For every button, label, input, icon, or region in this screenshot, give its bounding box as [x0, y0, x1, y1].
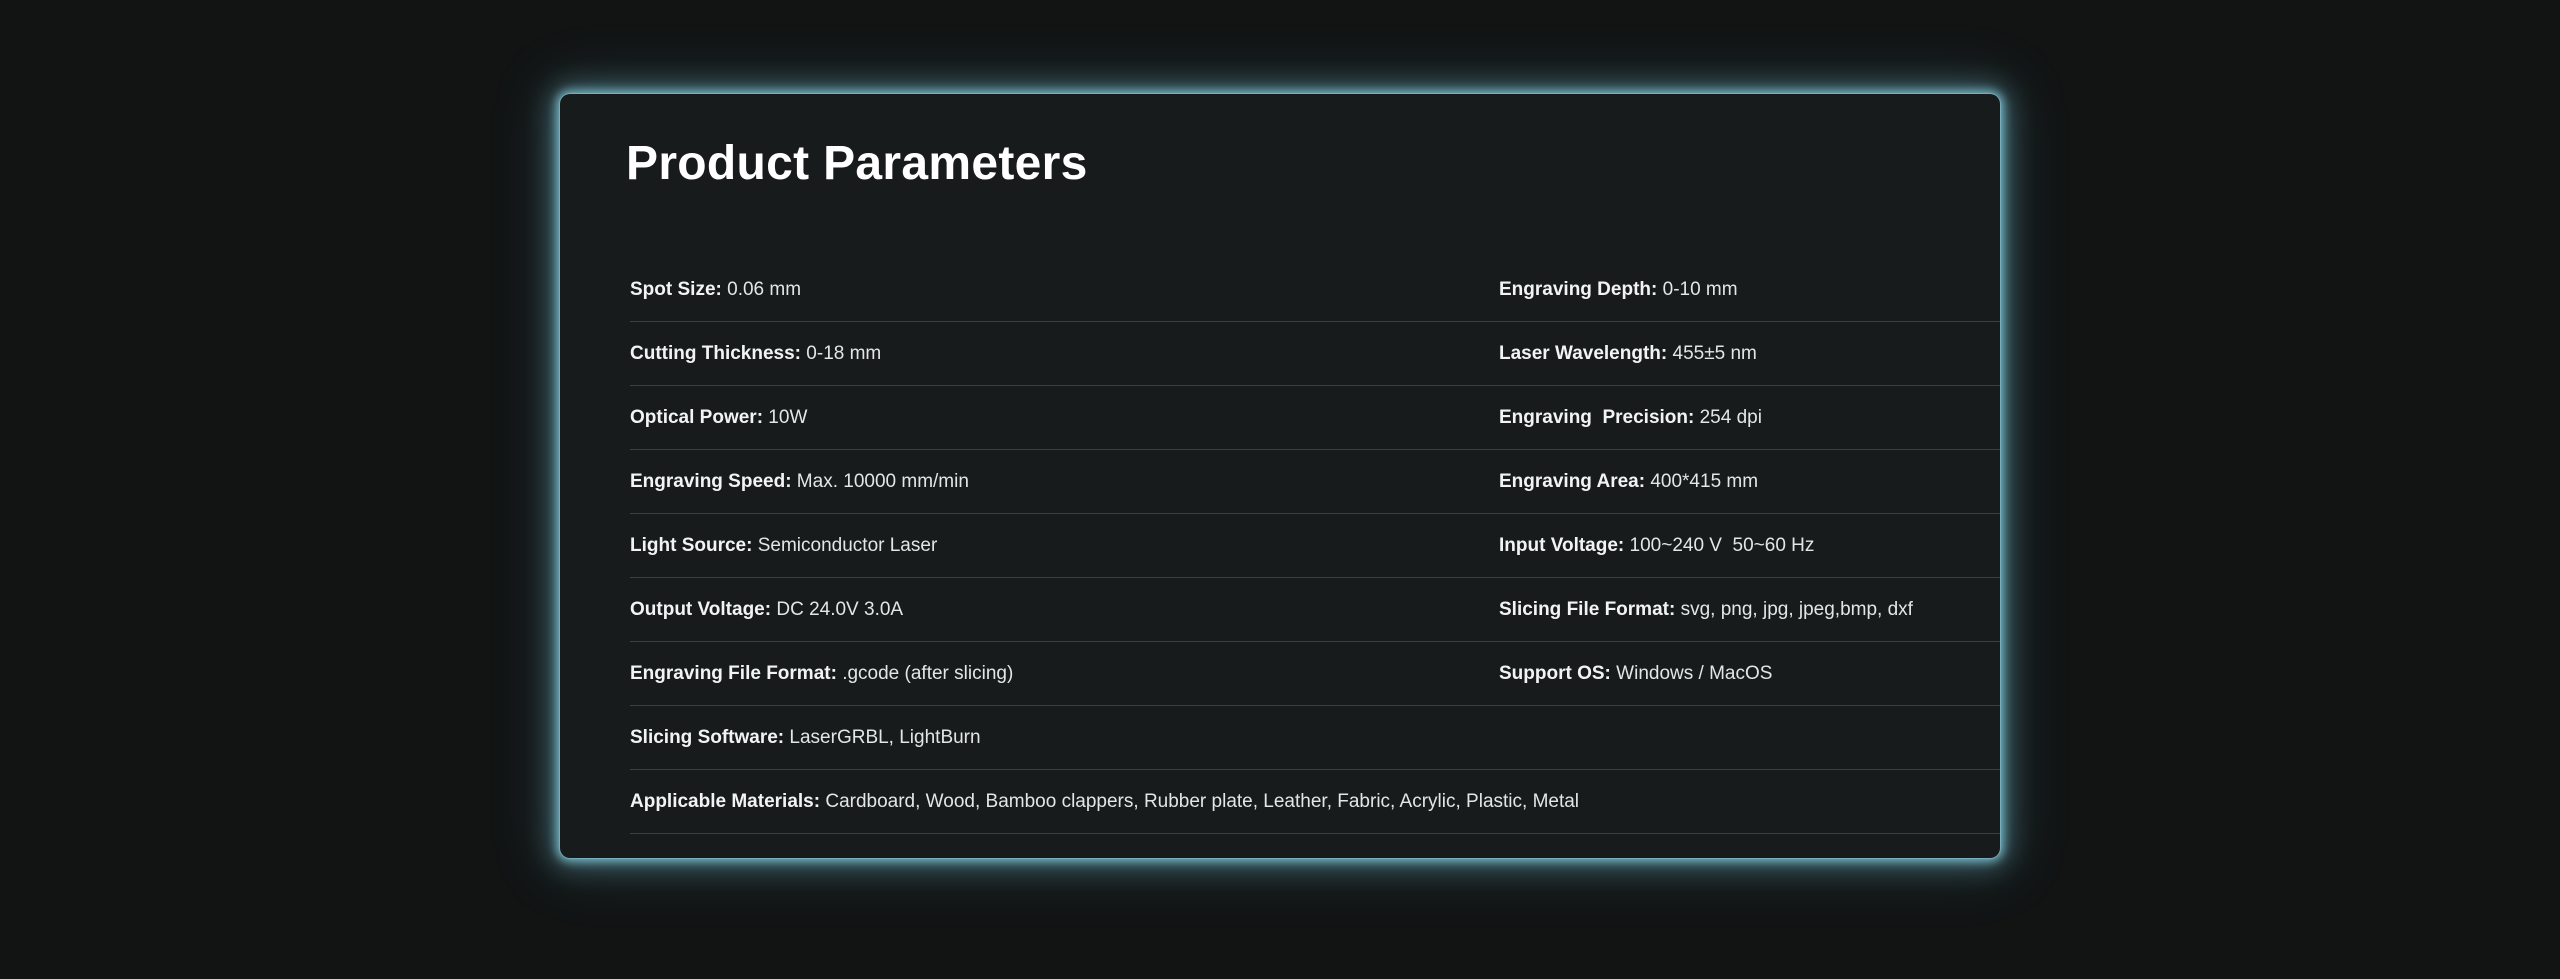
param-laser-wavelength: Laser Wavelength: 455±5 nm: [1499, 343, 2000, 365]
param-value: Max. 10000 mm/min: [791, 470, 969, 492]
param-label: Slicing Software:: [630, 726, 785, 748]
param-row: Cutting Thickness: 0-18 mm Laser Wavelen…: [630, 322, 2000, 386]
param-label: Cutting Thickness:: [630, 342, 802, 364]
param-engraving-speed: Engraving Speed: Max. 10000 mm/min: [630, 471, 1499, 493]
param-label: Slicing File Format:: [1499, 598, 1676, 620]
param-input-voltage: Input Voltage: 100~240 V 50~60 Hz: [1499, 535, 2000, 557]
param-label: Applicable Materials:: [630, 790, 821, 812]
param-row: Applicable Materials: Cardboard, Wood, B…: [630, 770, 2000, 834]
param-label: Engraving Precision:: [1499, 406, 1695, 428]
param-label: Engraving Speed:: [630, 470, 792, 492]
param-label: Input Voltage:: [1499, 534, 1625, 556]
param-engraving-depth: Engraving Depth: 0-10 mm: [1499, 279, 2000, 301]
param-engraving-file-format: Engraving File Format: .gcode (after sli…: [630, 663, 1499, 685]
param-support-os: Support OS: Windows / MacOS: [1499, 663, 2000, 685]
param-row: Output Voltage: DC 24.0V 3.0A Slicing Fi…: [630, 578, 2000, 642]
param-light-source: Light Source: Semiconductor Laser: [630, 535, 1499, 557]
param-value: 0-18 mm: [801, 342, 882, 364]
param-value: 254 dpi: [1694, 406, 1762, 428]
param-label: Output Voltage:: [630, 598, 772, 620]
param-value: Semiconductor Laser: [752, 534, 938, 556]
parameters-table: Spot Size: 0.06 mm Engraving Depth: 0-10…: [630, 258, 2000, 834]
param-value: Windows / MacOS: [1610, 662, 1773, 684]
param-value: svg, png, jpg, jpeg,bmp, dxf: [1675, 598, 1913, 620]
param-row: Engraving File Format: .gcode (after sli…: [630, 642, 2000, 706]
product-parameters-card: Product Parameters Spot Size: 0.06 mm En…: [560, 94, 2000, 858]
param-value: .gcode (after slicing): [836, 662, 1014, 684]
param-slicing-file-format: Slicing File Format: svg, png, jpg, jpeg…: [1499, 599, 2000, 621]
param-row: Spot Size: 0.06 mm Engraving Depth: 0-10…: [630, 258, 2000, 322]
param-label: Support OS:: [1499, 662, 1611, 684]
param-label: Engraving File Format:: [630, 662, 837, 684]
param-value: 10W: [763, 406, 808, 428]
param-label: Spot Size:: [630, 278, 722, 300]
param-label: Engraving Area:: [1499, 470, 1646, 492]
param-row: Optical Power: 10W Engraving Precision: …: [630, 386, 2000, 450]
param-engraving-precision: Engraving Precision: 254 dpi: [1499, 407, 2000, 429]
param-slicing-software: Slicing Software: LaserGRBL, LightBurn: [630, 727, 2000, 749]
param-value: 0-10 mm: [1657, 278, 1738, 300]
param-output-voltage: Output Voltage: DC 24.0V 3.0A: [630, 599, 1499, 621]
param-row: Light Source: Semiconductor Laser Input …: [630, 514, 2000, 578]
param-value: 0.06 mm: [721, 278, 802, 300]
param-cutting-thickness: Cutting Thickness: 0-18 mm: [630, 343, 1499, 365]
param-label: Optical Power:: [630, 406, 764, 428]
param-value: DC 24.0V 3.0A: [771, 598, 904, 620]
page-background: Product Parameters Spot Size: 0.06 mm En…: [0, 0, 2560, 979]
param-value: LaserGRBL, LightBurn: [784, 726, 981, 748]
param-label: Light Source:: [630, 534, 753, 556]
param-label: Laser Wavelength:: [1499, 342, 1668, 364]
param-value: 455±5 nm: [1667, 342, 1757, 364]
param-spot-size: Spot Size: 0.06 mm: [630, 279, 1499, 301]
param-optical-power: Optical Power: 10W: [630, 407, 1499, 429]
param-applicable-materials: Applicable Materials: Cardboard, Wood, B…: [630, 791, 2000, 813]
param-engraving-area: Engraving Area: 400*415 mm: [1499, 471, 2000, 493]
param-value: 100~240 V 50~60 Hz: [1624, 534, 1815, 556]
param-label: Engraving Depth:: [1499, 278, 1658, 300]
param-row: Slicing Software: LaserGRBL, LightBurn: [630, 706, 2000, 770]
param-row: Engraving Speed: Max. 10000 mm/min Engra…: [630, 450, 2000, 514]
page-title: Product Parameters: [626, 137, 1088, 190]
param-value: Cardboard, Wood, Bamboo clappers, Rubber…: [820, 790, 1580, 812]
param-value: 400*415 mm: [1645, 470, 1759, 492]
